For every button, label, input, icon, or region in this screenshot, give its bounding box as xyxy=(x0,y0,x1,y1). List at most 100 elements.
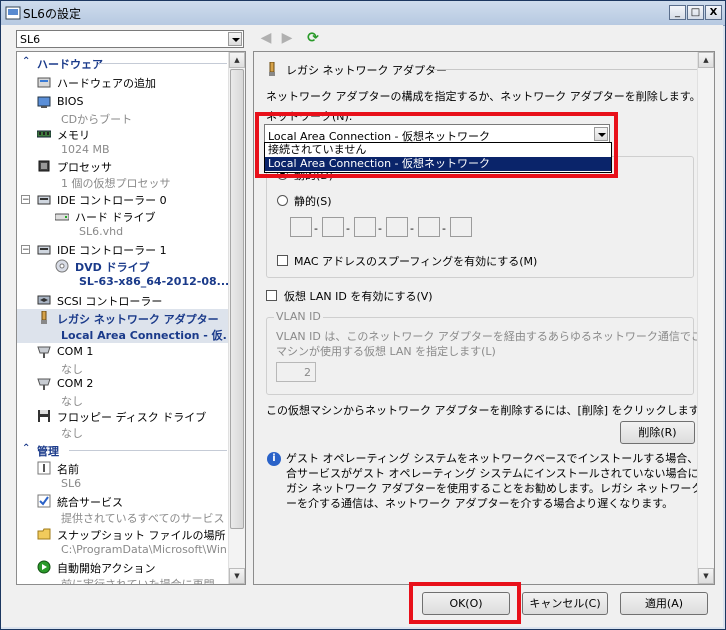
minimize-button[interactable]: _ xyxy=(669,5,686,20)
vlan-description-line2: マシンが使用する仮想 LAN を指定します(L) xyxy=(276,345,496,358)
tree-item-name[interactable]: 名前 SL6 xyxy=(17,459,228,491)
vlan-enable-label: 仮想 LAN ID を有効にする(V) xyxy=(284,290,433,303)
hardware-section-label: ハードウェア xyxy=(37,58,103,71)
mac-octet-6 xyxy=(450,217,472,237)
scroll-up-icon[interactable]: ▲ xyxy=(229,52,245,68)
dvd-disc-icon xyxy=(55,259,69,273)
mac-separator: - xyxy=(442,222,446,235)
vlan-id-input[interactable]: 2 xyxy=(276,362,316,382)
info-line-2: 合サービスがゲスト オペレーティング システムにインストールされていない場合にの… xyxy=(286,467,715,480)
tree-item-label: COM 2 xyxy=(57,377,94,390)
tree-item-snapshot-location[interactable]: スナップショット ファイルの場所 C:\ProgramData\Microsof… xyxy=(17,525,237,557)
mac-octet-3 xyxy=(354,217,376,237)
tree-item-label: SCSI コントローラー xyxy=(57,295,163,308)
info-line-1: ゲスト オペレーティング システムをネットワークベースでインストールする場合、ま… xyxy=(286,452,715,465)
auto-start-icon xyxy=(37,560,51,574)
collapse-chevron-icon[interactable]: ⌃ xyxy=(22,56,30,67)
back-arrow-icon[interactable]: ◀ xyxy=(258,30,274,46)
scroll-up-icon[interactable]: ▲ xyxy=(698,52,714,68)
mac-separator: - xyxy=(314,222,318,235)
section-divider xyxy=(69,450,227,451)
collapse-toggle-icon[interactable]: − xyxy=(21,195,30,205)
mac-octet-2 xyxy=(322,217,344,237)
network-adapter-icon xyxy=(37,310,51,325)
vm-selector-value: SL6 xyxy=(20,33,41,46)
window-title: SL6の設定 xyxy=(23,7,81,21)
mac-separator: - xyxy=(410,222,414,235)
settings-tree: ⌃ ハードウェア ハードウェアの追加 BIOS CDからブート メモリ 1024… xyxy=(16,51,246,585)
tree-item-integration-services[interactable]: 統合サービス 提供されているすべてのサービス xyxy=(17,492,228,525)
tree-item-auto-start[interactable]: 自動開始アクション 前に実行されていた場合に再開... xyxy=(17,558,228,584)
tree-item-label: 自動開始アクション xyxy=(57,562,156,575)
scroll-down-icon[interactable]: ▼ xyxy=(229,568,245,584)
hardware-section-header[interactable]: ⌃ ハードウェア xyxy=(19,55,227,71)
tree-item-label: スナップショット ファイルの場所 xyxy=(57,529,226,542)
remove-description: この仮想マシンからネットワーク アダプターを削除するには、[削除] をクリックし… xyxy=(266,404,710,417)
mac-spoofing-checkbox[interactable] xyxy=(277,255,288,266)
highlight-box-ok xyxy=(409,582,521,624)
tree-item-com1[interactable]: COM 1 なし xyxy=(17,343,228,376)
processor-icon xyxy=(37,159,51,173)
mac-separator: - xyxy=(378,222,382,235)
tree-item-add-hardware[interactable]: ハードウェアの追加 xyxy=(17,73,228,91)
close-button[interactable]: X xyxy=(705,5,722,20)
vlan-id-value: 2 xyxy=(304,366,311,379)
tree-item-label: プロセッサ xyxy=(57,161,112,174)
integration-services-icon xyxy=(37,494,51,508)
tree-item-memory[interactable]: メモリ 1024 MB xyxy=(17,125,228,157)
ide-controller-icon xyxy=(37,243,51,257)
serial-port-icon xyxy=(37,377,51,391)
scroll-down-icon[interactable]: ▼ xyxy=(698,568,714,584)
tree-item-sub: SL6 xyxy=(61,477,82,490)
info-icon: i xyxy=(267,452,281,466)
tree-scrollbar[interactable]: ▲ ▼ xyxy=(228,52,245,584)
remove-adapter-button[interactable]: 削除(R) xyxy=(620,421,695,444)
mac-static-radio[interactable] xyxy=(277,195,288,206)
tree-item-sub: SL6.vhd xyxy=(79,225,124,238)
vm-selector-combo[interactable]: SL6 xyxy=(16,30,244,48)
hard-drive-icon xyxy=(54,209,70,223)
tree-item-hard-drive[interactable]: ハード ドライブ SL6.vhd xyxy=(17,207,228,239)
tree-item-ide-0[interactable]: − IDE コントローラー 0 xyxy=(17,191,228,207)
tree-item-floppy[interactable]: フロッピー ディスク ドライブ なし xyxy=(17,407,228,440)
tree-item-processor[interactable]: プロセッサ 1 個の仮想プロセッサ xyxy=(17,157,228,190)
vlan-enable-checkbox[interactable] xyxy=(266,290,277,301)
cancel-button[interactable]: キャンセル(C) xyxy=(522,592,608,615)
chevron-down-icon[interactable] xyxy=(228,32,242,46)
apply-button[interactable]: 適用(A) xyxy=(620,592,708,615)
info-line-3: ガシ ネットワーク アダプターを使用することをお勧めします。レガシ ネットワーク… xyxy=(286,482,715,495)
tree-item-dvd-drive[interactable]: DVD ドライブ SL-63-x86_64-2012-08... xyxy=(17,257,230,289)
tree-item-bios[interactable]: BIOS CDからブート xyxy=(17,93,228,126)
maximize-button[interactable]: □ xyxy=(687,5,704,20)
forward-arrow-icon[interactable]: ▶ xyxy=(279,30,295,46)
collapse-chevron-icon[interactable]: ⌃ xyxy=(22,443,30,454)
mac-octet-4 xyxy=(386,217,408,237)
tree-item-label: ハード ドライブ xyxy=(75,211,156,224)
bios-icon xyxy=(37,95,51,109)
scsi-controller-icon xyxy=(37,293,51,307)
info-line-4: ーを介する通信は、ネットワーク アダプターを介する場合より遅くなります。 xyxy=(286,497,674,510)
scrollbar-thumb[interactable] xyxy=(230,69,244,529)
tree-item-label: フロッピー ディスク ドライブ xyxy=(57,411,207,424)
tree-item-scsi[interactable]: SCSI コントローラー xyxy=(17,291,228,309)
tree-item-ide-1[interactable]: − IDE コントローラー 1 xyxy=(17,241,228,257)
tree-item-label: ハードウェアの追加 xyxy=(57,77,156,90)
tree-item-com2[interactable]: COM 2 なし xyxy=(17,375,228,408)
tree-item-sub: 1 個の仮想プロセッサ xyxy=(61,177,171,190)
panel-scrollbar[interactable]: ▲ ▼ xyxy=(697,52,714,584)
mac-separator: - xyxy=(346,222,350,235)
collapse-toggle-icon[interactable]: − xyxy=(21,245,30,255)
mac-static-label: 静的(S) xyxy=(294,195,332,208)
tree-item-label: BIOS xyxy=(57,95,84,108)
tree-item-legacy-network-adapter[interactable]: レガシ ネットワーク アダプター Local Area Connection -… xyxy=(17,309,235,343)
mac-spoofing-label: MAC アドレスのスプーフィングを有効にする(M) xyxy=(294,255,538,268)
tree-item-sub: SL-63-x86_64-2012-08... xyxy=(79,275,230,288)
tree-item-sub: 1024 MB xyxy=(61,143,110,156)
refresh-icon[interactable]: ⟳ xyxy=(305,30,321,46)
manage-section-header[interactable]: ⌃ 管理 xyxy=(19,442,227,458)
tree-item-label: DVD ドライブ xyxy=(75,261,150,274)
vlan-description-line1: VLAN ID は、このネットワーク アダプターを経由するあらゆるネットワーク通… xyxy=(276,330,715,343)
tree-item-label: COM 1 xyxy=(57,345,94,358)
title-divider xyxy=(432,69,697,70)
tree-item-label: IDE コントローラー 0 xyxy=(57,194,167,207)
